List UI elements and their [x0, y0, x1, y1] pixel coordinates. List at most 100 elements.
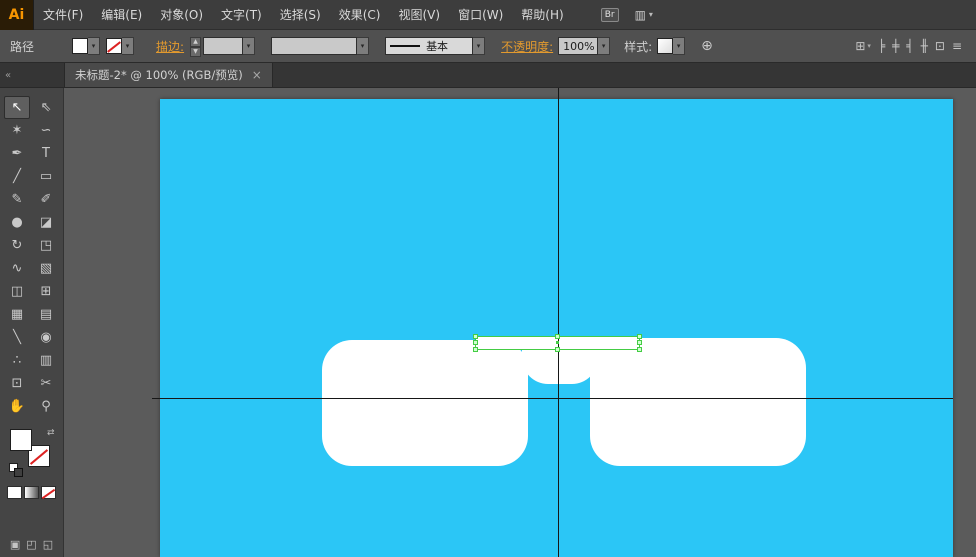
slice-tool[interactable]: ✂	[33, 372, 59, 395]
opacity-link[interactable]: 不透明度:	[501, 38, 553, 55]
gradient-tool[interactable]: ▤	[33, 303, 59, 326]
draw-normal-icon[interactable]: ▣	[10, 538, 20, 551]
menubar-item[interactable]: 窗口(W)	[449, 0, 512, 30]
stroke-width-control[interactable]: ▲▼	[190, 37, 255, 55]
swap-fill-stroke-icon[interactable]: ⇄	[47, 428, 55, 438]
symbol-sprayer-tool[interactable]: ∴	[4, 349, 30, 372]
none-button[interactable]	[41, 486, 56, 499]
magic-wand-tool[interactable]: ✶	[4, 119, 30, 142]
bridge-button[interactable]: Br	[601, 8, 619, 22]
line-segment-tool[interactable]: ╱	[4, 165, 30, 188]
menubar-item[interactable]: 编辑(E)	[92, 0, 151, 30]
canvas-area[interactable]	[64, 88, 976, 557]
align-transform-icon-group: ⊞▾ ╞ ╪ ╡ ╫ ⊡ ≡	[855, 39, 966, 53]
paintbrush-tool[interactable]: ✎	[4, 188, 30, 211]
stepper-down-icon[interactable]: ▼	[190, 47, 201, 57]
artboard-tool[interactable]: ⊡	[4, 372, 30, 395]
menubar-item[interactable]: 选择(S)	[271, 0, 330, 30]
dropdown-caret-icon[interactable]	[88, 37, 100, 55]
eyedropper-tool[interactable]: ╲	[4, 326, 30, 349]
stroke-style-field[interactable]: 基本	[385, 37, 473, 55]
menubar-item[interactable]: 文件(F)	[34, 0, 92, 30]
opacity-control[interactable]: 100%	[558, 37, 610, 55]
selection-handle[interactable]	[473, 340, 478, 345]
free-transform-tool[interactable]: ▧	[33, 257, 59, 280]
dropdown-caret-icon[interactable]	[243, 37, 255, 55]
lasso-tool[interactable]: ∽	[33, 119, 59, 142]
artboard[interactable]	[160, 99, 953, 557]
blob-brush-tool[interactable]: ●	[4, 211, 30, 234]
scale-tool[interactable]: ◳	[33, 234, 59, 257]
selection-bounding-box[interactable]	[475, 336, 640, 350]
selection-handle[interactable]	[637, 334, 642, 339]
stroke-panel-link[interactable]: 描边:	[156, 38, 184, 55]
pencil-tool[interactable]: ✐	[33, 188, 59, 211]
selection-handle[interactable]	[473, 347, 478, 352]
mesh-tool[interactable]: ▦	[4, 303, 30, 326]
stroke-width-stepper[interactable]: ▲▼	[190, 37, 201, 55]
gradient-button[interactable]	[24, 486, 39, 499]
fill-proxy-swatch[interactable]	[10, 429, 32, 451]
selection-handle[interactable]	[555, 347, 560, 352]
selection-tool[interactable]: ↖	[4, 96, 30, 119]
dropdown-caret-icon[interactable]	[357, 37, 369, 55]
glasses-left-lens-shape[interactable]	[322, 340, 528, 466]
align-horizontal-right-icon[interactable]: ╡	[906, 39, 913, 53]
variable-width-field[interactable]	[271, 37, 357, 55]
color-button[interactable]	[7, 486, 22, 499]
stroke-style-control[interactable]: 基本	[385, 37, 485, 55]
fill-color-swatch[interactable]	[72, 38, 88, 54]
dropdown-caret-icon[interactable]	[673, 37, 685, 55]
stepper-up-icon[interactable]: ▲	[190, 37, 201, 47]
rectangle-tool[interactable]: ▭	[33, 165, 59, 188]
type-tool[interactable]: T	[33, 142, 59, 165]
align-horizontal-center-icon[interactable]: ╪	[892, 39, 899, 53]
align-horizontal-left-icon[interactable]: ╞	[878, 39, 885, 53]
menubar-item[interactable]: 帮助(H)	[512, 0, 572, 30]
opacity-field[interactable]: 100%	[558, 37, 598, 55]
blend-tool[interactable]: ◉	[33, 326, 59, 349]
selection-handle[interactable]	[637, 340, 642, 345]
draw-inside-icon[interactable]: ◱	[43, 538, 53, 551]
stroke-color-control[interactable]	[106, 37, 134, 55]
stroke-color-swatch[interactable]	[106, 38, 122, 54]
rotate-tool[interactable]: ↻	[4, 234, 30, 257]
dropdown-caret-icon[interactable]	[473, 37, 485, 55]
selection-handle[interactable]	[473, 334, 478, 339]
align-dropdown-icon[interactable]: ⊞▾	[855, 39, 871, 53]
default-fill-stroke-icon[interactable]	[9, 463, 18, 472]
menubar-item[interactable]: 视图(V)	[389, 0, 449, 30]
selection-handle[interactable]	[637, 347, 642, 352]
menubar-item[interactable]: 文字(T)	[212, 0, 271, 30]
menubar-right-group: Br ▥ ▾	[601, 8, 653, 22]
document-setup-globe-icon[interactable]: ⊕	[701, 38, 713, 54]
transform-panel-icon[interactable]: ⊡	[935, 39, 945, 53]
panel-menu-icon[interactable]: ≡	[952, 39, 962, 53]
workspace-switcher-button[interactable]: ▥ ▾	[635, 8, 653, 22]
selection-handle[interactable]	[555, 334, 560, 339]
column-graph-tool[interactable]: ▥	[33, 349, 59, 372]
eraser-tool[interactable]: ◪	[33, 211, 59, 234]
document-tab[interactable]: 未标题-2* @ 100% (RGB/预览) ×	[64, 63, 273, 87]
pen-tool[interactable]: ✒	[4, 142, 30, 165]
distribute-center-icon[interactable]: ╫	[921, 39, 928, 53]
zoom-tool[interactable]: ⚲	[33, 395, 59, 418]
graphic-style-swatch[interactable]	[657, 38, 673, 54]
close-icon[interactable]: ×	[252, 68, 262, 82]
hand-tool[interactable]: ✋	[4, 395, 30, 418]
collapse-panel-icon[interactable]: «	[0, 63, 64, 87]
width-tool[interactable]: ∿	[4, 257, 30, 280]
perspective-grid-tool[interactable]: ⊞	[33, 280, 59, 303]
menubar-item[interactable]: 对象(O)	[151, 0, 212, 30]
glasses-right-lens-shape[interactable]	[590, 338, 806, 466]
graphic-style-control[interactable]	[657, 37, 685, 55]
dropdown-caret-icon[interactable]	[122, 37, 134, 55]
fill-color-control[interactable]	[72, 37, 100, 55]
variable-width-profile-control[interactable]	[271, 37, 369, 55]
direct-selection-tool[interactable]: ⇖	[33, 96, 59, 119]
dropdown-caret-icon[interactable]	[598, 37, 610, 55]
menubar-item[interactable]: 效果(C)	[330, 0, 390, 30]
draw-behind-icon[interactable]: ◰	[26, 538, 36, 551]
shape-builder-tool[interactable]: ◫	[4, 280, 30, 303]
stroke-width-field[interactable]	[203, 37, 243, 55]
